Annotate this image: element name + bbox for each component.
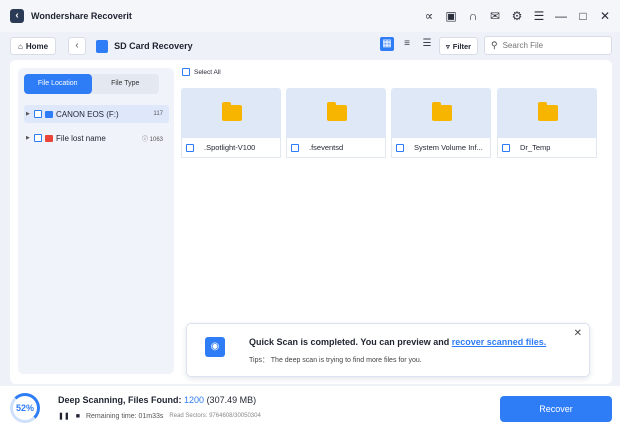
app-logo-icon: ‹ (10, 9, 24, 23)
location-title: SD Card Recovery (114, 41, 193, 51)
folder-icon (432, 102, 452, 121)
folder-icon (327, 102, 347, 121)
list-view-icon[interactable]: ≡ (400, 37, 414, 51)
progress-ring: 52% (10, 393, 40, 423)
file-card[interactable]: System Volume Inf... (391, 88, 491, 158)
drive-icon (45, 110, 53, 118)
notice-tip: Tips： The deep scan is trying to find mo… (249, 357, 422, 364)
scan-details: ❚❚ ■ Remaining time: 01m33s Read Sectors… (58, 412, 261, 421)
user-icon[interactable]: ∝ (422, 9, 436, 23)
home-icon: ⌂ (18, 41, 23, 51)
checkbox[interactable] (396, 143, 404, 152)
toolbar: ⌂ Home ‹ SD Card Recovery ▦ ≡ ☰ ▿ Filter… (0, 32, 620, 60)
filter-button[interactable]: ▿ Filter (439, 37, 479, 55)
search-box: ⚲ (484, 36, 612, 55)
tree-item-label: CANON EOS (F:) (56, 109, 119, 119)
home-button[interactable]: ⌂ Home (10, 37, 57, 55)
checkbox[interactable] (34, 110, 42, 118)
tree-item-label: File lost name (56, 133, 106, 143)
file-label: .fseventsd (286, 138, 386, 158)
file-card[interactable]: Dr_Temp (497, 88, 597, 158)
folder-icon (538, 102, 558, 121)
minimize-icon[interactable]: — (554, 9, 568, 23)
checkbox[interactable] (291, 143, 299, 152)
file-label: .Spotlight-V100 (181, 138, 281, 158)
file-card[interactable]: .Spotlight-V100 (181, 88, 281, 158)
help-icon[interactable]: ⓘ (142, 137, 148, 143)
app-title: Wondershare Recoverit (31, 11, 132, 21)
mail-icon[interactable]: ✉ (488, 9, 502, 23)
preview-eye-icon: ◉ (205, 337, 225, 357)
grid-view-icon[interactable]: ▦ (380, 37, 394, 51)
stop-icon[interactable]: ■ (76, 413, 80, 420)
scan-complete-notice: ◉ Quick Scan is completed. You can previ… (186, 323, 590, 377)
checkbox[interactable] (502, 143, 510, 152)
file-thumbnail[interactable] (181, 88, 281, 138)
file-label: Dr_Temp (497, 138, 597, 158)
files-found-size: (307.49 MB) (206, 395, 257, 405)
expand-icon[interactable]: ▶ (26, 111, 34, 117)
file-thumbnail[interactable] (286, 88, 386, 138)
status-bar: 52% Deep Scanning, Files Found: 1200 (30… (0, 386, 620, 429)
files-found-count: 1200 (184, 395, 205, 405)
checkbox[interactable] (186, 143, 194, 152)
search-input[interactable] (502, 41, 598, 50)
filter-icon: ▿ (446, 41, 450, 51)
file-thumbnail[interactable] (497, 88, 597, 138)
item-count: 117 (153, 111, 163, 117)
back-button[interactable]: ‹ (68, 37, 87, 55)
sidebar: File Location File Type ▶ CANON EOS (F:)… (18, 68, 174, 374)
select-all-checkbox[interactable] (182, 68, 190, 76)
sd-card-icon (96, 39, 109, 53)
file-label: System Volume Inf... (391, 138, 491, 158)
checkbox[interactable] (34, 134, 42, 142)
tree-item-file-lost-name[interactable]: ▶ File lost name ⓘ 1063 (24, 129, 169, 147)
recover-scanned-files-link[interactable]: recover scanned files. (452, 337, 547, 347)
view-switcher: ▦ ≡ ☰ (380, 37, 434, 51)
file-card[interactable]: .fseventsd (286, 88, 386, 158)
pause-icon[interactable]: ❚❚ (58, 412, 70, 420)
tab-file-type[interactable]: File Type (92, 74, 160, 94)
notice-title: Quick Scan is completed. You can preview… (249, 337, 547, 347)
tab-file-location[interactable]: File Location (24, 74, 92, 94)
recover-button[interactable]: Recover (500, 396, 612, 422)
sidebar-tabs: File Location File Type (24, 74, 159, 94)
close-notice-icon[interactable]: ✕ (574, 328, 582, 339)
detail-view-icon[interactable]: ☰ (420, 37, 434, 51)
file-thumbnail[interactable] (391, 88, 491, 138)
lost-file-icon (45, 134, 53, 142)
item-count: ⓘ 1063 (141, 136, 163, 143)
window-controls: ∝ ▣ ∩ ✉ ⚙ ☰ — □ ✕ (422, 0, 612, 32)
scan-status-title: Deep Scanning, Files Found: 1200 (307.49… (58, 395, 257, 405)
menu-icon[interactable]: ☰ (532, 9, 546, 23)
search-icon: ⚲ (491, 40, 498, 50)
tree-item-canon-eos[interactable]: ▶ CANON EOS (F:) 117 (24, 105, 169, 123)
inbox-icon[interactable]: ▣ (444, 9, 458, 23)
remaining-time: Remaining time: 01m33s (85, 412, 164, 420)
read-sectors: Read Sectors: 9764608/30050304 (169, 413, 261, 419)
select-all[interactable]: Select All (182, 68, 221, 76)
settings-icon[interactable]: ⚙ (510, 9, 524, 23)
maximize-icon[interactable]: □ (576, 9, 590, 23)
headset-icon[interactable]: ∩ (466, 9, 480, 23)
folder-icon (222, 102, 242, 121)
expand-icon[interactable]: ▶ (26, 135, 34, 141)
close-icon[interactable]: ✕ (598, 9, 612, 23)
title-bar: ‹ Wondershare Recoverit ∝ ▣ ∩ ✉ ⚙ ☰ — □ … (0, 0, 620, 32)
